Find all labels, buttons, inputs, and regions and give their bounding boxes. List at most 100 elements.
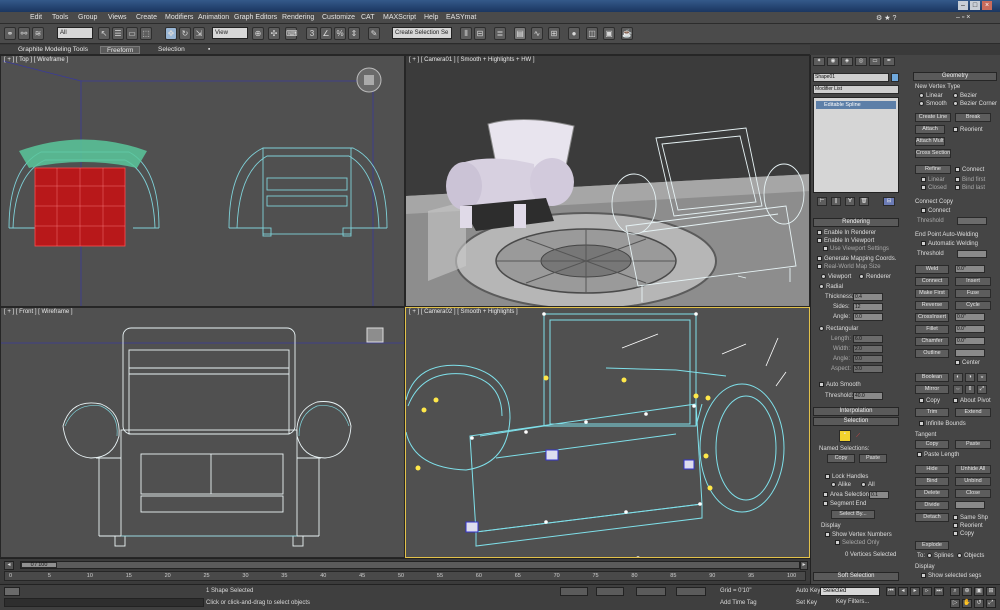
maximize-button[interactable]: □ (970, 1, 980, 10)
real-world-map-size[interactable]: Real-World Map Size (817, 263, 881, 271)
zoom-all-icon[interactable]: ⊕ (962, 587, 972, 596)
menu-cat[interactable]: CAT (361, 14, 374, 21)
selection-rollout[interactable]: Selection (813, 417, 899, 426)
menu-customize[interactable]: Customize (322, 14, 355, 21)
create-tab-icon[interactable]: ✦ (813, 57, 825, 66)
connect-threshold-spinner[interactable] (957, 217, 987, 225)
menu-help[interactable]: Help (424, 14, 438, 21)
minimize-button[interactable]: – (958, 1, 968, 10)
detach-copy-checkbox[interactable]: Copy (953, 530, 974, 538)
weld-button[interactable]: Weld (915, 265, 949, 274)
selected-only-checkbox[interactable]: Selected Only (835, 539, 879, 547)
connect-copy-checkbox[interactable]: Connect (921, 207, 950, 215)
tab-freeform[interactable]: Freeform (100, 46, 141, 54)
vertex-subobject-icon[interactable]: ▪ (839, 430, 851, 442)
menu-maxscript[interactable]: MAXScript (383, 14, 416, 21)
front-viewcube-icon[interactable] (366, 327, 384, 343)
automatic-welding-checkbox[interactable]: Automatic Welding (921, 240, 978, 248)
rectangular-radio[interactable]: Rectangular (819, 325, 858, 333)
maxscript-listener-icon[interactable] (4, 587, 20, 596)
select-by-button[interactable]: Select By... (831, 510, 875, 519)
fuse-button[interactable]: Fuse (955, 289, 991, 298)
reference-coordinate-dropdown[interactable]: View (212, 27, 248, 39)
show-selected-segs-checkbox[interactable]: Show selected segs (921, 572, 981, 580)
material-editor-icon[interactable]: ● (568, 27, 580, 40)
coord-x-field[interactable] (560, 587, 588, 596)
coord-z-field[interactable] (636, 587, 666, 596)
zoom-icon[interactable]: ⌕ (950, 587, 960, 596)
menu-graph-editors[interactable]: Graph Editors (234, 14, 277, 21)
layer-manager-icon[interactable]: ≣ (494, 27, 506, 40)
maxscript-mini-listener[interactable] (4, 598, 204, 607)
chamfer-button[interactable]: Chamfer (915, 337, 949, 346)
bezier-radio[interactable]: Bezier (953, 92, 977, 100)
window-crossing-icon[interactable]: ⬚ (140, 27, 152, 40)
segment-subobject-icon[interactable]: ⟋ (853, 433, 863, 442)
coord-extra-field[interactable] (676, 587, 706, 596)
cycle-button[interactable]: Cycle (955, 301, 991, 310)
boolean-subtract-icon[interactable]: ◑ (965, 373, 975, 382)
viewport-camera01[interactable]: [ + ] [ Camera01 ] [ Smooth + Highlights… (405, 55, 810, 307)
select-and-scale-icon[interactable]: ⇲ (193, 27, 205, 40)
menu-tools[interactable]: Tools (52, 14, 68, 21)
close-spline-button[interactable]: Close (955, 489, 991, 498)
viewport-front-label[interactable]: [ + ] [ Front ] [ Wireframe ] (4, 309, 73, 315)
interpolation-rollout[interactable]: Interpolation (813, 407, 899, 416)
object-color-swatch[interactable] (891, 73, 899, 82)
divide-spinner[interactable] (955, 501, 985, 509)
key-filters-button[interactable]: Key Filters... (836, 599, 869, 605)
refine-connect-checkbox[interactable]: Connect (955, 166, 984, 174)
viewport-front[interactable]: [ + ] [ Front ] [ Wireframe ] (0, 307, 405, 558)
go-to-end-icon[interactable]: ⏭ (934, 587, 944, 596)
angle2-spinner[interactable]: 0.0 (853, 355, 883, 363)
all-radio[interactable]: All (861, 481, 875, 489)
time-slider-thumb[interactable]: 0 / 100 (21, 562, 57, 568)
outline-spinner[interactable] (955, 349, 985, 357)
viewport-camera02-label[interactable]: [ + ] [ Camera02 ] [ Smooth + Highlights… (409, 309, 518, 315)
help-icon[interactable]: ⚙ ★ ? (876, 14, 896, 22)
crossinsert-button[interactable]: CrossInsert (915, 313, 949, 322)
segment-end-checkbox[interactable]: Segment End (823, 500, 866, 508)
select-object-icon[interactable]: ↖ (98, 27, 110, 40)
menu-modifiers[interactable]: Modifiers (165, 14, 193, 21)
geometry-rollout[interactable]: Geometry (913, 72, 997, 81)
object-name-field[interactable]: Shape01 (813, 73, 889, 82)
timeline-right-arrow-icon[interactable]: ▸ (800, 561, 808, 570)
play-icon[interactable]: ▸ (910, 587, 920, 596)
tangent-paste-button[interactable]: Paste (955, 440, 991, 449)
create-line-button[interactable]: Create Line (915, 113, 951, 122)
boolean-intersect-icon[interactable]: ◒ (977, 373, 987, 382)
about-pivot-checkbox[interactable]: About Pivot (953, 397, 991, 405)
attach-mult-button[interactable]: Attach Mult. (915, 137, 945, 146)
spinner-snap-icon[interactable]: ⇕ (348, 27, 360, 40)
angle-spinner[interactable]: 0.0 (853, 313, 883, 321)
pan-icon[interactable]: ✋ (962, 599, 972, 608)
fillet-button[interactable]: Fillet (915, 325, 949, 334)
reorient-checkbox[interactable]: Reorient (953, 126, 983, 134)
select-by-name-icon[interactable]: ☰ (112, 27, 124, 40)
selection-paste-button[interactable]: Paste (859, 454, 887, 463)
viewport-top-label[interactable]: [ + ] [ Top ] [ Wireframe ] (4, 57, 68, 63)
auto-key-button[interactable]: Auto Key (796, 588, 820, 594)
mirror-button[interactable]: Mirror (915, 385, 949, 394)
generate-mapping-coords[interactable]: Generate Mapping Coords. (817, 255, 896, 263)
go-to-start-icon[interactable]: ⏮ (886, 587, 896, 596)
show-vertex-numbers-checkbox[interactable]: Show Vertex Numbers (825, 531, 892, 539)
graphite-toggle-icon[interactable]: ▤ (514, 27, 526, 40)
close-button[interactable]: × (982, 1, 992, 10)
boolean-button[interactable]: Boolean (915, 373, 949, 382)
select-manipulate-icon[interactable]: ✣ (268, 27, 280, 40)
select-and-move-icon[interactable]: ✥ (165, 27, 177, 40)
area-selection-spinner[interactable]: 0.1 (869, 491, 889, 499)
mirror-vertical-icon[interactable]: ⇕ (965, 385, 975, 394)
explode-button[interactable]: Explode (915, 541, 949, 550)
connect-button[interactable]: Connect (915, 277, 949, 286)
mirror-horizontal-icon[interactable]: ⇔ (953, 385, 963, 394)
selection-copy-button[interactable]: Copy (827, 454, 855, 463)
viewport-camera02[interactable]: [ + ] [ Camera02 ] [ Smooth + Highlights… (405, 307, 810, 558)
menu-rendering[interactable]: Rendering (282, 14, 314, 21)
unlink-icon[interactable]: ⚯ (18, 27, 30, 40)
rendering-rollout[interactable]: Rendering (813, 218, 899, 227)
mirror-both-icon[interactable]: ⤢ (977, 385, 987, 394)
reverse-button[interactable]: Reverse (915, 301, 949, 310)
